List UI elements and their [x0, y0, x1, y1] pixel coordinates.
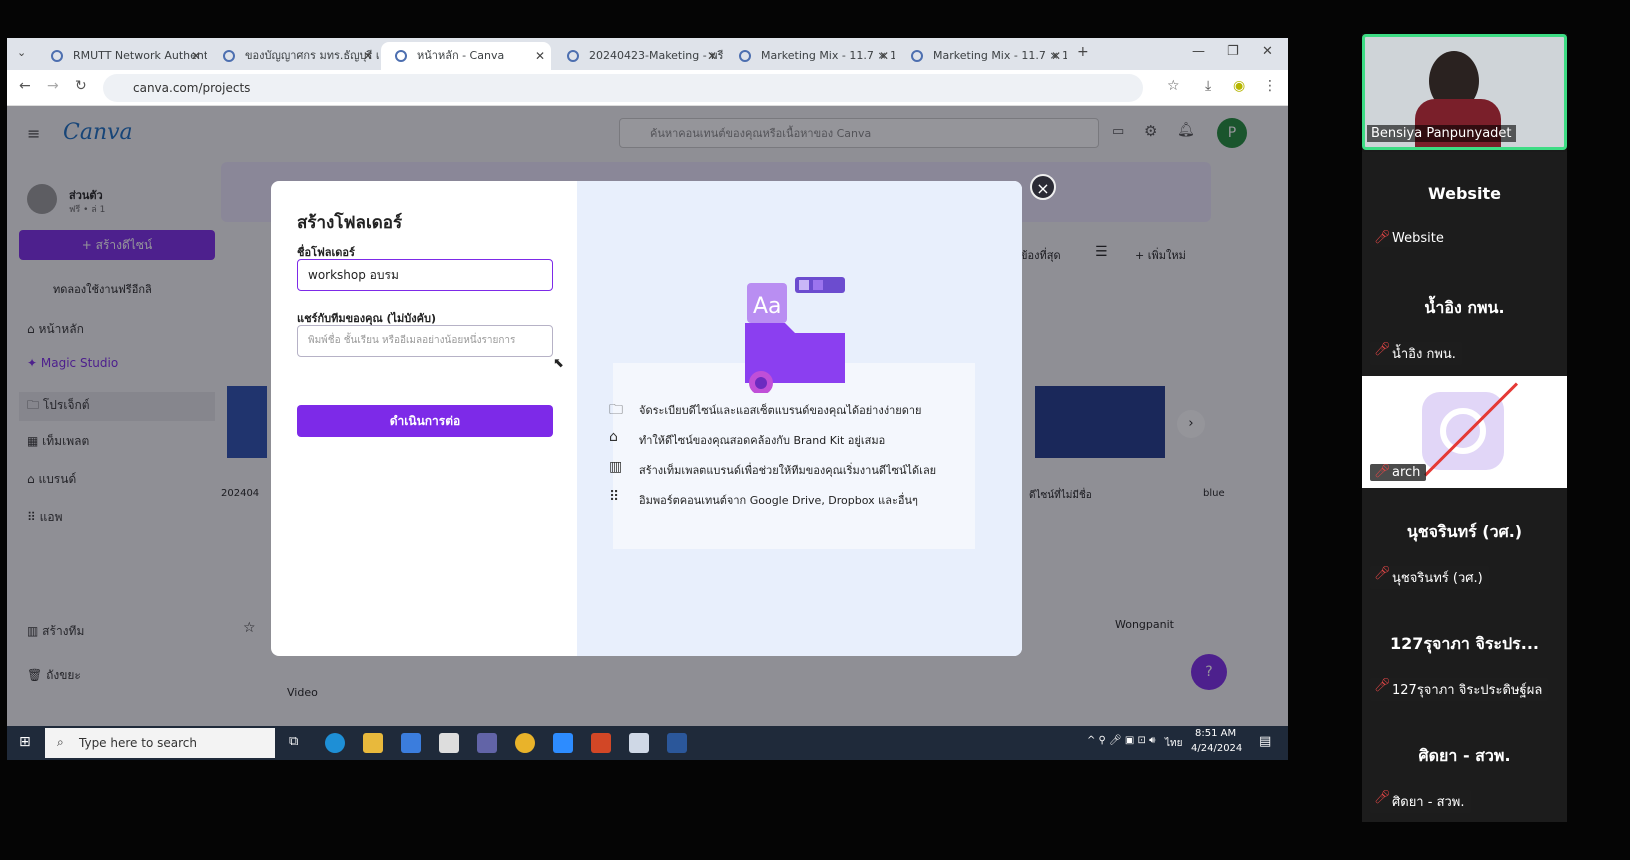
share-input[interactable]: พิมพ์ชื่อ ชั้นเรียน หรืออีเมลอย่างน้อยหน…: [297, 325, 553, 357]
tab-resource[interactable]: ของบัญญาศกร มทร.ธัญบุรี เข้าร่✕: [209, 42, 379, 70]
search-icon: ⌕: [57, 735, 64, 749]
folder-illustration: Aa: [745, 277, 845, 393]
muted-mic-icon: 🎤︎: [1374, 342, 1391, 357]
tab-rmutt[interactable]: RMUTT Network Authentic ✕: [37, 42, 207, 70]
tab-favicon-icon: [567, 50, 579, 62]
folder-organize-icon: 🗀: [609, 402, 623, 418]
dialog-title: สร้างโฟลเดอร์: [297, 213, 403, 233]
participant-label: 🎤︎ ศิดยา - สวพ.: [1370, 790, 1471, 813]
store-icon[interactable]: [401, 733, 421, 753]
edge-icon[interactable]: [325, 733, 345, 753]
close-tab-icon[interactable]: ✕: [191, 42, 201, 70]
new-tab-button[interactable]: +: [1077, 44, 1089, 60]
participant-name: Bensiya Panpunyadet: [1367, 125, 1516, 142]
browser-tab-bar: ⌄ RMUTT Network Authentic ✕ ของบัญญาศกร ม…: [7, 38, 1288, 70]
close-tab-icon[interactable]: ✕: [535, 42, 545, 70]
participant-title: น้ำอิง กพน.: [1424, 298, 1505, 317]
chrome-icon[interactable]: [515, 733, 535, 753]
address-bar-row: ← → ↻ canva.com/projects ☆ ⤓ ◉ ⋮: [7, 70, 1288, 106]
teams-icon[interactable]: [477, 733, 497, 753]
windows-taskbar: ⊞ Type here to search ⌕ ⧉ ^ ⚲ 🎤︎ ▣ ⊡ 🔊︎ …: [7, 726, 1288, 760]
close-dialog-button[interactable]: ×: [1030, 174, 1056, 200]
participant-title: Website: [1428, 184, 1501, 203]
feature-import: ⠿ อิมพอร์ตคอนเทนต์จาก Google Drive, Dropb…: [609, 489, 918, 507]
participant-tile[interactable]: น้ำอิง กพน. 🎤︎ น้ำอิง กพน.: [1362, 264, 1567, 376]
brand-kit-icon: ⌂: [609, 429, 618, 445]
tab-favicon-icon: [739, 50, 751, 62]
muted-mic-icon: 🎤︎: [1374, 230, 1391, 245]
url-input[interactable]: canva.com/projects: [103, 74, 1143, 102]
svg-text:Aa: Aa: [753, 294, 782, 319]
tab-marketing-mix-1[interactable]: Marketing Mix - 11.7 × 16.5✕: [725, 42, 895, 70]
tab-favicon-icon: [911, 50, 923, 62]
browser-menu-icon[interactable]: ⋮: [1263, 78, 1277, 94]
tab-maketing[interactable]: 20240423-Maketing - พรีเซ ✕: [553, 42, 723, 70]
taskbar-search-input[interactable]: Type here to search: [45, 728, 275, 758]
powerpoint-icon[interactable]: [591, 733, 611, 753]
extension-icon[interactable]: ◉: [1233, 78, 1245, 94]
close-window-button[interactable]: ✕: [1262, 44, 1273, 59]
tab-canva-home[interactable]: หน้าหลัก - Canva ✕: [381, 42, 551, 70]
photos-icon[interactable]: [629, 733, 649, 753]
participant-label: 🎤︎ Website: [1370, 230, 1450, 247]
feature-organize: 🗀 จัดระเบียบดีไซน์และแอสเซ็ตแบรนด์ของคุณไ…: [609, 401, 922, 419]
close-tab-icon[interactable]: ✕: [879, 42, 889, 70]
close-tab-icon[interactable]: ✕: [363, 42, 373, 70]
tab-favicon-icon: [395, 50, 407, 62]
close-tab-icon[interactable]: ✕: [1051, 42, 1061, 70]
word-icon[interactable]: [667, 733, 687, 753]
clock-date[interactable]: 4/24/2024: [1191, 743, 1242, 754]
folder-name-input[interactable]: workshop อบรม: [297, 259, 553, 291]
participant-tile[interactable]: นุชจรินทร์ (วศ.) 🎤︎ นุชจรินทร์ (วศ.): [1362, 488, 1567, 600]
close-tab-icon[interactable]: ✕: [707, 42, 717, 70]
template-icon: ▥: [609, 459, 623, 475]
file-explorer-icon[interactable]: [363, 733, 383, 753]
continue-button[interactable]: ดำเนินการต่อ: [297, 405, 553, 437]
camera-lens-icon: [1440, 408, 1486, 454]
windows-start-icon[interactable]: ⊞: [19, 734, 31, 750]
tab-favicon-icon: [51, 50, 63, 62]
participant-tile[interactable]: ศิดยา - สวพ. 🎤︎ ศิดยา - สวพ.: [1362, 712, 1567, 822]
forward-icon[interactable]: →: [47, 78, 59, 94]
tab-list-icon[interactable]: ⌄: [17, 46, 26, 59]
restore-button[interactable]: ❐: [1227, 44, 1239, 59]
muted-mic-icon: 🎤︎: [1374, 566, 1391, 581]
participant-label: 🎤︎ arch: [1370, 464, 1427, 481]
tab-marketing-mix-2[interactable]: Marketing Mix - 11.7 × 16.5✕: [897, 42, 1067, 70]
participant-tile[interactable]: Website 🎤︎ Website: [1362, 152, 1567, 264]
participant-label: 🎤︎ 127รุจาภา จิระประดิษฐ์ผล: [1370, 678, 1549, 701]
participant-tile-speaker[interactable]: Bensiya Panpunyadet: [1362, 34, 1567, 150]
task-view-icon[interactable]: ⧉: [289, 734, 298, 749]
zoom-participant-panel: Bensiya Panpunyadet Website 🎤︎ Website น้…: [1362, 34, 1567, 822]
participant-tile-logo[interactable]: 🎤︎ arch: [1362, 376, 1567, 488]
participant-label: 🎤︎ น้ำอิง กพน.: [1370, 342, 1462, 365]
input-language[interactable]: ไทย: [1165, 736, 1182, 751]
muted-mic-icon: 🎤︎: [1374, 678, 1391, 693]
feature-brand-kit: ⌂ ทำให้ดีไซน์ของคุณสอดคล้องกับ Brand Kit …: [609, 429, 886, 447]
minimize-button[interactable]: —: [1192, 44, 1205, 59]
mail-icon[interactable]: [439, 733, 459, 753]
tab-favicon-icon: [223, 50, 235, 62]
download-icon[interactable]: ⤓: [1205, 78, 1211, 94]
feature-templates: ▥ สร้างเท็มเพลตแบรนด์เพื่อช่วยให้ทีมของคุ…: [609, 459, 937, 477]
participant-label: 🎤︎ นุชจรินทร์ (วศ.): [1370, 566, 1489, 589]
muted-mic-icon: 🎤︎: [1374, 790, 1391, 805]
apps-grid-icon: ⠿: [609, 489, 620, 505]
participant-tile[interactable]: 127รุจาภา จิระปร... 🎤︎ 127รุจาภา จิระประด…: [1362, 600, 1567, 712]
shared-screen: ⌄ RMUTT Network Authentic ✕ ของบัญญาศกร ม…: [7, 38, 1288, 760]
create-folder-dialog: สร้างโฟลเดอร์ ชื่อโฟลเดอร์ workshop อบรม…: [271, 181, 1022, 656]
back-icon[interactable]: ←: [19, 78, 31, 94]
participant-title: 127รุจาภา จิระปร...: [1390, 634, 1539, 653]
bookmark-star-icon[interactable]: ☆: [1167, 78, 1180, 94]
participant-title: นุชจรินทร์ (วศ.): [1406, 522, 1523, 541]
system-tray-icons[interactable]: ^ ⚲ 🎤︎ ▣ ⊡ 🔊︎: [1087, 735, 1155, 746]
dialog-feature-panel: Aa 🗀 จัดระเบียบดีไซน์และแอสเซ็ตแบรนด์ของค…: [577, 181, 1022, 656]
notifications-icon[interactable]: ▤: [1259, 734, 1271, 749]
mouse-cursor-icon: ⬉: [553, 356, 564, 371]
zoom-icon[interactable]: [553, 733, 573, 753]
participant-title: ศิดยา - สวพ.: [1418, 746, 1511, 765]
clock-time[interactable]: 8:51 AM: [1195, 728, 1236, 739]
reload-icon[interactable]: ↻: [75, 78, 87, 94]
muted-mic-icon: 🎤︎: [1374, 464, 1391, 479]
